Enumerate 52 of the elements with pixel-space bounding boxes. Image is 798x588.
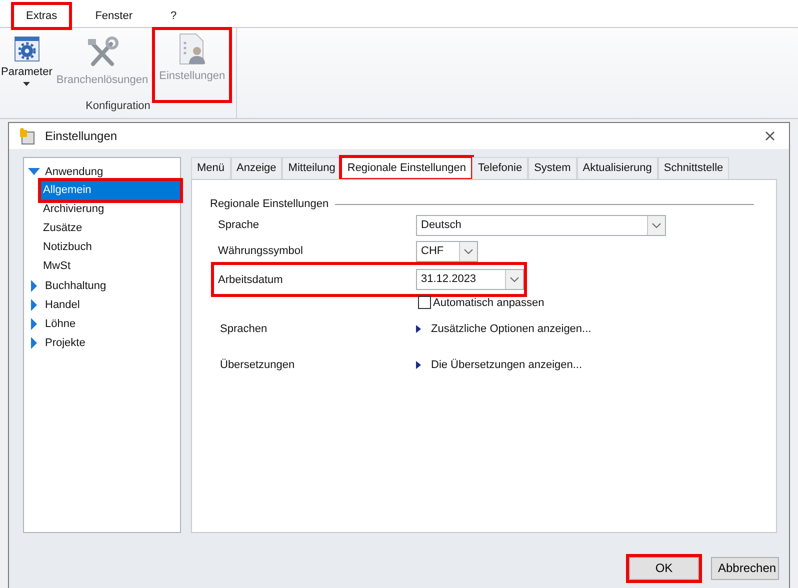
tree-item[interactable]: Allgemein [41, 181, 180, 200]
gear-icon [14, 36, 40, 62]
close-icon[interactable] [765, 131, 775, 141]
tab[interactable]: Anzeige [230, 157, 282, 179]
expand-arrow-icon [416, 361, 421, 369]
tab[interactable]: Mitteilung [282, 157, 342, 179]
chevron-down-icon [464, 248, 473, 254]
collapsed-icon [28, 280, 40, 292]
group-title: Regionale Einstellungen [210, 198, 329, 210]
tree-item[interactable]: Anwendung [28, 162, 180, 181]
dropdown-field[interactable]: 31.12.2023 [416, 269, 524, 290]
chevron-down-icon [510, 277, 519, 282]
tab[interactable]: Schnittstelle [658, 157, 730, 179]
app-icon [17, 127, 35, 145]
field-label: Währungssymbol [218, 245, 304, 257]
section-label: Übersetzungen [220, 359, 296, 371]
collapsed-icon [28, 318, 40, 330]
ribbon-button[interactable]: Parameter [0, 34, 54, 100]
tree-item[interactable]: Projekte [28, 333, 180, 352]
tree-item[interactable]: Löhne [28, 314, 180, 333]
field-label: Arbeitsdatum [218, 274, 284, 286]
tree-item[interactable]: Notizbuch [41, 238, 180, 257]
expand-arrow-icon [416, 325, 421, 333]
tree-item[interactable]: Handel [28, 295, 180, 314]
window-title: Einstellungen [45, 129, 118, 143]
tab[interactable]: Telefonie [472, 157, 528, 179]
tab[interactable]: Regionale Einstellungen [341, 157, 472, 179]
tree-item[interactable]: MwSt [41, 257, 180, 276]
dropdown-field[interactable]: CHF [416, 240, 478, 262]
link[interactable]: Die Übersetzungen anzeigen... [431, 359, 582, 371]
expanded-icon [28, 168, 40, 176]
tree-item[interactable]: Zusätze [41, 219, 180, 238]
ribbon-tab[interactable]: ? [158, 5, 189, 27]
ribbon-tab[interactable]: Fenster [83, 5, 144, 27]
dropdown-field[interactable]: Deutsch [416, 214, 666, 236]
collapsed-icon [28, 336, 40, 348]
section-label: Sprachen [220, 323, 268, 335]
tree-item[interactable]: Archivierung [41, 200, 180, 219]
tab[interactable]: System [528, 157, 577, 179]
tab[interactable]: Aktualisierung [576, 157, 658, 179]
ribbon-tab[interactable]: Extras [14, 5, 70, 27]
chevron-down-icon [652, 222, 661, 228]
group-label: Konfiguration [84, 100, 152, 112]
field-label: Sprache [218, 219, 260, 231]
document-person-icon [177, 32, 208, 66]
link[interactable]: Zusätzliche Optionen anzeigen... [431, 323, 592, 335]
checkbox[interactable] [418, 296, 431, 309]
checkbox-label: Automatisch anpassen [433, 296, 544, 308]
collapsed-icon [28, 298, 40, 310]
dialog-button[interactable]: Abbrechen [711, 556, 779, 580]
tree-item[interactable]: Buchhaltung [28, 276, 180, 295]
tab[interactable]: Menü [191, 157, 231, 179]
